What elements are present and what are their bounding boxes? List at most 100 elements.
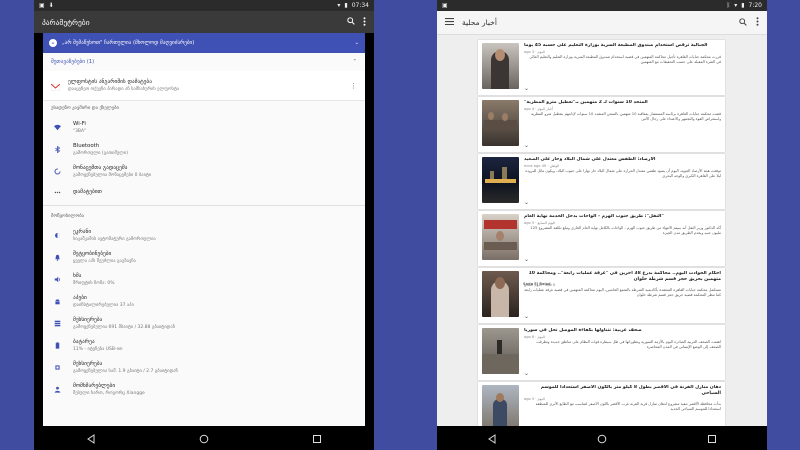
bluetooth-icon [51,145,63,153]
news-meta: اليوم · ago 3 [524,49,545,54]
setting-item-more[interactable]: დამატებით [43,182,365,202]
memory-icon [51,364,63,371]
navigation-bar [34,426,374,450]
setting-title: მეხსიერება [73,360,103,367]
status-time: 07:34 [351,2,369,9]
expand-chevron-icon[interactable]: ⌄ [524,142,529,149]
setting-subtitle: გამოყენებულია 691 მბაიტი / 32.88 გბაიტიდ… [73,324,175,330]
suggestion-title: ელფოსტის ანგარიშის დამატება [68,79,152,85]
status-bar: ▣ ⬇ ▾ ▮ 07:34 [34,0,374,11]
news-card[interactable]: أحكام الحوادث اليوم.. محاكمة بدرع 38 آخر… [478,268,725,323]
worker-thumb [482,385,519,426]
back-icon[interactable] [86,429,96,448]
setting-subtitle: შესული ხართ, როგორც Xiangge [73,390,145,396]
back-icon[interactable] [487,429,497,448]
chevron-down-icon[interactable]: ⌄ [355,40,359,46]
setting-title: შეტყობინებები [73,250,112,257]
news-meta: الوطن · mins ago 49 [524,163,560,168]
bluetooth-status-icon: ᛒ [726,2,731,9]
chevron-up-icon[interactable]: ⌃ [353,59,357,65]
setting-title: ბატარეა [73,338,95,345]
setting-subtitle: გამორთული (გათიშული) [73,150,129,156]
suggestion-menu-icon[interactable]: ⋮ [350,82,357,90]
news-card[interactable]: الأرصاد: الطقس معتدل على شمال البلاد وحا… [478,154,725,209]
dnd-icon: – [49,39,57,47]
setting-item-apps[interactable]: აპები დაინსტალირებულია 37 აპი [43,290,365,312]
suggestions-label: შეთავაზებები (1) [51,59,95,65]
setting-item-battery[interactable]: ბატარეა 11% - იტენება USB-ით [43,334,365,356]
expand-chevron-icon[interactable]: ⌄ [524,370,529,377]
setting-item-notifications[interactable]: შეტყობინებები ყველა აპს შეუძლია გაგზავნა [43,246,365,268]
settings-tablet: ▣ ⬇ ▾ ▮ 07:34 პარამეტრები – „არ შემაწუხო… [34,0,374,450]
recents-icon[interactable] [707,429,717,448]
setting-item-display[interactable]: ეკრანი სიკაშკაშის ავტომატური გამორთულია [43,224,365,246]
setting-subtitle: 11% - იტენება USB-ით [73,346,123,352]
section-divider [43,205,365,206]
news-title: الجبالية ترفض استخدام صندوق المطبعة السر… [524,43,708,48]
suggestion-subtitle: დააყენეთ თქვენი პირადი ან სამსახურის ელფ… [68,87,180,92]
setting-item-sound[interactable]: ხმა შრიფტის ზომა: 0% [43,268,365,290]
news-card[interactable]: دهان منازل القرنة في الأقصر بطول 8 كيلو … [478,382,725,426]
setting-item-memory[interactable]: მეხსიერება გამოყენებულია საშ. 1.9 გბაიტი … [43,356,365,378]
status-time: 7:20 [748,2,762,9]
news-title: "النقل": طريق جنوب الهرم - الواحات يدخل … [524,214,664,219]
home-icon[interactable] [597,429,607,448]
search-icon[interactable] [347,17,355,27]
dnd-banner[interactable]: – „არ შემაწუხოთ" ჩართულია (მხოლოდ მაღვიძ… [43,33,365,53]
news-card[interactable]: المتحد 10 سنوات لـ 2 متهمين بـ"تعطيل متر… [478,97,725,152]
navigation-bar [437,426,767,450]
news-excerpt: أكد الدكتور وزير النقل أنه سيتم الانتهاء… [530,225,721,235]
storage-icon [51,320,63,327]
volume-icon [51,276,63,283]
defendant-thumb [482,271,519,317]
overflow-menu-icon[interactable] [363,16,366,28]
news-meta: اليوم السابع · ago 5 [524,220,556,225]
news-card[interactable]: الجبالية ترفض استخدام صندوق المطبعة السر… [478,40,725,95]
dnd-banner-text: „არ შემაწუხოთ" ჩართულია (მხოლოდ მაღვიძარ… [62,40,195,46]
hamburger-menu-icon[interactable] [445,18,454,27]
news-title: المتحد 10 سنوات لـ 2 متهمين بـ"تعطيل متر… [524,100,648,105]
setting-subtitle: სიკაშკაშის ავტომატური გამორთულია [73,236,156,242]
notification-icon: ▣ [39,2,45,9]
news-title: الأرصاد: الطقس معتدل على شمال البلاد وحا… [524,157,656,162]
news-card[interactable]: صحف عربية: تتناولها بكفاءة الموصل تحل في… [478,325,725,380]
home-icon[interactable] [199,429,209,448]
suggestion-card[interactable]: ელფოსტის ანგარიშის დამატება დააყენეთ თქვ… [43,71,365,101]
news-excerpt: قررت محكمة جنايات القاهرة تأجيل محاكمة ا… [529,54,721,64]
courtroom-thumb [482,100,519,146]
setting-subtitle: "3BA" [73,128,87,134]
data-usage-icon [51,167,63,175]
suggestions-header[interactable]: შეთავაზებები (1) ⌃ [43,53,365,71]
search-icon[interactable] [739,17,747,28]
city-night-thumb [482,157,519,203]
setting-title: მონაცემთა გადაცემა [73,164,128,171]
status-bar: ▣ ᛒ ▾ ▮ 7:20 [437,0,767,11]
setting-item-storage[interactable]: მეხსიერება გამოყენებულია 691 მბაიტი / 32.… [43,312,365,334]
expand-chevron-icon[interactable]: ⌄ [524,85,529,92]
man-portrait-thumb [482,43,519,89]
setting-title: მეხსიერება [73,316,103,323]
recents-icon[interactable] [312,429,322,448]
expand-chevron-icon[interactable]: ⌄ [524,199,529,206]
news-title: دهان منازل القرنة في الأقصر بطول 8 كيلو … [540,385,721,396]
setting-item-bluetooth[interactable]: Bluetooth გამორთული (გათიშული) [43,138,365,160]
setting-subtitle: შრიფტის ზომა: 0% [73,280,115,286]
settings-list: – „არ შემაწუხოთ" ჩართულია (მხოლოდ მაღვიძ… [43,33,365,426]
setting-subtitle: დაინსტალირებულია 37 აპი [73,302,134,308]
setting-item-users[interactable]: მომხმარებლები შესული ხართ, როგორც Xiangge [43,378,365,400]
setting-item-data-usage[interactable]: მონაცემთა გადაცემა გამოყენებულია მონაცემე… [43,160,365,182]
news-card[interactable]: "النقل": طريق جنوب الهرم - الواحات يدخل … [478,211,725,266]
wifi-status-icon: ▾ [337,2,341,9]
news-meta: اليوم · ago 5 [524,397,545,402]
wifi-status-icon: ▾ [734,2,738,9]
battery-status-icon: ▮ [344,2,348,9]
expand-chevron-icon[interactable]: ⌄ [524,256,529,263]
setting-item-wifi[interactable]: Wi-Fi "3BA" [43,116,365,138]
user-icon [51,386,63,393]
expand-chevron-icon[interactable]: ⌄ [524,313,529,320]
battery-icon [51,341,63,349]
overflow-menu-icon[interactable] [756,17,759,28]
setting-title: აპები [73,294,87,301]
setting-title: ეკრანი [73,228,92,235]
news-feed: الجبالية ترفض استخدام صندوق المطبعة السر… [437,35,767,426]
